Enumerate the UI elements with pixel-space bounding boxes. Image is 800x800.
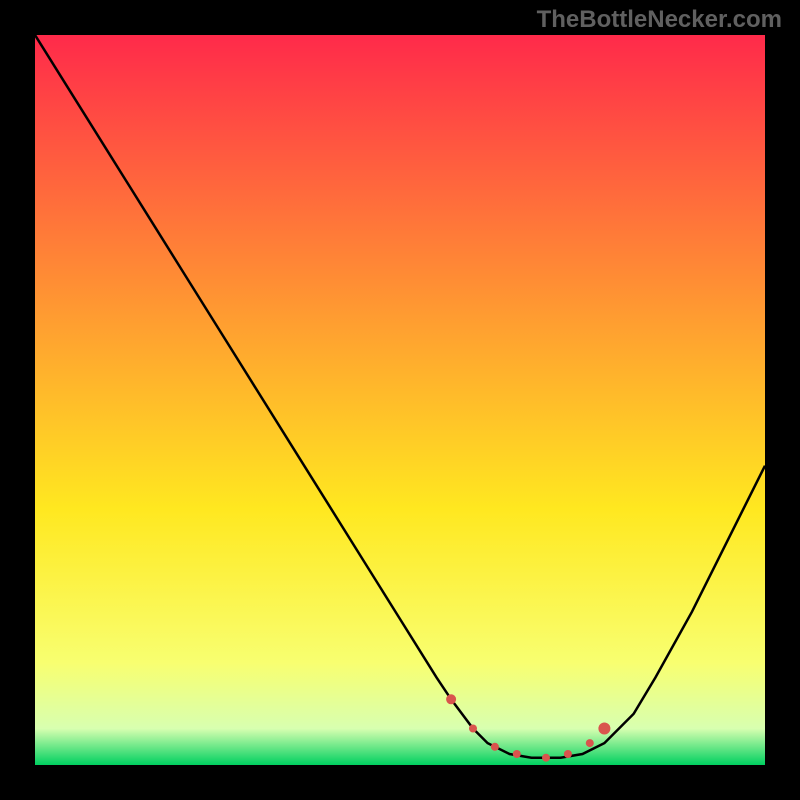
sweet-spot-end xyxy=(598,723,610,735)
sweet-spot-mid1 xyxy=(491,743,499,751)
sweet-spot-mid3 xyxy=(542,754,550,762)
sweet-spot-mid2 xyxy=(513,750,521,758)
sweet-spot-right xyxy=(586,739,594,747)
gradient-background xyxy=(35,35,765,765)
sweet-spot-left xyxy=(469,725,477,733)
chart-plot-area xyxy=(35,35,765,765)
chart-svg xyxy=(35,35,765,765)
sweet-spot-start xyxy=(446,694,456,704)
watermark-text: TheBottleNecker.com xyxy=(537,6,782,34)
sweet-spot-mid4 xyxy=(564,750,572,758)
